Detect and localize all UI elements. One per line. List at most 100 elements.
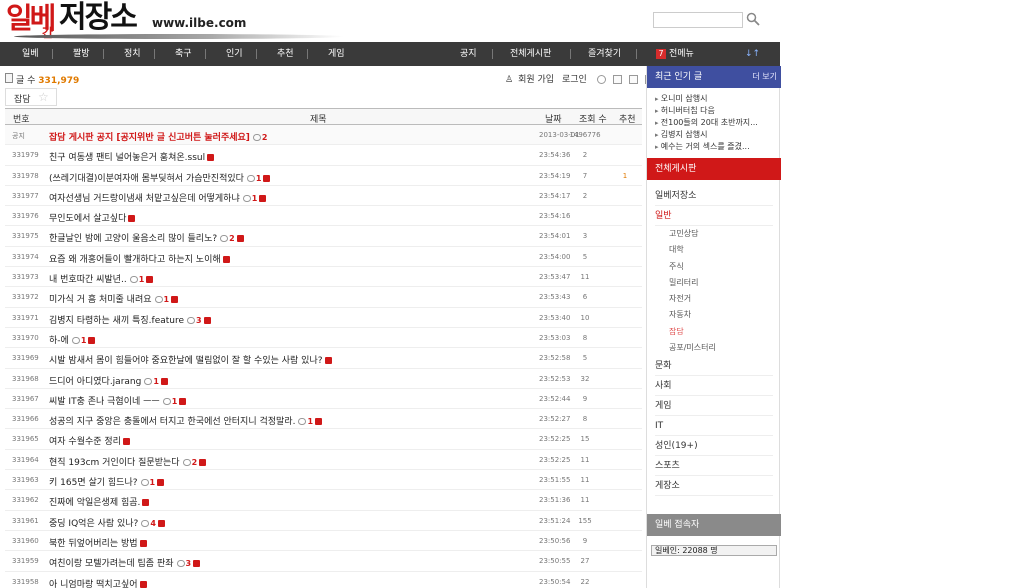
subcategory-item[interactable]: 자동차: [655, 307, 773, 323]
table-row[interactable]: 331970 하-에 1 23:53:03 8: [5, 328, 642, 349]
search-input[interactable]: [653, 12, 743, 28]
category-item[interactable]: 일베저장소: [655, 186, 773, 206]
popular-item[interactable]: 오니미 삼행시: [655, 93, 779, 105]
join-link[interactable]: 회원 가입: [518, 75, 554, 85]
subcategory-item[interactable]: 밀리터리: [655, 275, 773, 291]
post-title-link[interactable]: (쓰레기대결)이분여자애 몸부딪혀서 가슴만진적있다: [49, 174, 244, 184]
table-row[interactable]: 331979 친구 여동생 팬티 널어놓은거 훔쳐온.ssul 23:54:36 2: [5, 145, 642, 166]
table-row[interactable]: 331977 여자선생님 거드랑이냄새 처맡고싶은데 어떻게하냐 1 23:54:17…: [5, 186, 642, 207]
nav-item-favorites[interactable]: 즐겨찾기: [588, 42, 621, 66]
post-title-link[interactable]: 진짜에 악일은생제 힘곰.: [49, 498, 140, 508]
table-row[interactable]: 331962 진짜에 악일은생제 힘곰. 23:51:36 11: [5, 490, 642, 511]
comment-count[interactable]: 3: [176, 559, 191, 568]
post-title-link[interactable]: 현직 193cm 거인이다 질문받는다: [49, 458, 180, 468]
post-title-link[interactable]: 여친이랑 모텔가려는데 팁좀 판좌: [49, 559, 174, 569]
board-tab[interactable]: 잡담 ☆: [5, 88, 57, 106]
category-item[interactable]: 성인(19+): [655, 436, 773, 457]
comment-count[interactable]: 2: [252, 133, 268, 142]
nav-item-notice[interactable]: 공지: [460, 42, 477, 66]
comment-count[interactable]: 4: [141, 519, 156, 528]
comment-count[interactable]: 1: [129, 275, 144, 284]
comment-count[interactable]: 1: [154, 295, 169, 304]
nav-item-popular[interactable]: 인기: [226, 42, 243, 66]
comment-count[interactable]: 1: [71, 336, 86, 345]
comment-count[interactable]: 1: [246, 174, 261, 183]
category-item[interactable]: 스포츠: [655, 456, 773, 477]
login-link[interactable]: 로그인: [562, 75, 587, 85]
category-item[interactable]: 사회: [655, 376, 773, 397]
table-row[interactable]: 331975 한글날인 밤에 고양이 울음소리 많이 들리노? 2 23:54:01 3: [5, 226, 642, 247]
table-row[interactable]: 331965 여자 수월수준 정리 23:52:25 15: [5, 429, 642, 450]
nav-item-full-menu[interactable]: 7 전메뉴: [656, 42, 694, 66]
post-title-link[interactable]: 중딩 IQ억은 사람 있나?: [49, 519, 138, 529]
nav-item-game[interactable]: 게임: [328, 42, 345, 66]
table-row[interactable]: 331958 아 니엄마랑 떡치고싶어 23:50:54 22: [5, 572, 642, 588]
category-item[interactable]: 일반: [655, 206, 773, 226]
table-row[interactable]: 331968 드디어 아디였다.jarang 1 23:52:53 32: [5, 369, 642, 389]
subcategory-item[interactable]: 주식: [655, 259, 773, 275]
table-row[interactable]: 331966 성공의 지구 중앙은 충돌에서 터지고 한국에선 안터지니 걱정말라…: [5, 409, 642, 430]
category-item[interactable]: 게임: [655, 396, 773, 417]
site-logo[interactable]: 일베 간 저장소 www.ilbe.com: [4, 2, 354, 40]
comment-count[interactable]: 3: [187, 316, 202, 325]
nav-item-politics[interactable]: 정치: [124, 42, 141, 66]
post-title-link[interactable]: 아 니엄마랑 떡치고싶어: [49, 580, 138, 588]
subcategory-item[interactable]: 공포/미스터리: [655, 340, 773, 356]
table-row[interactable]: 331963 키 165면 살기 힘드나? 1 23:51:55 11: [5, 470, 642, 491]
table-row[interactable]: 331961 중딩 IQ억은 사람 있나? 4 23:51:24 155: [5, 511, 642, 531]
table-row[interactable]: 331969 시발 밤새서 몸이 힘들어야 중요한날에 떨림없이 잘 할 수있는 …: [5, 348, 642, 369]
popular-more-link[interactable]: 더 보기: [752, 66, 777, 88]
post-title-link[interactable]: 시발 밤새서 몸이 힘들어야 중요한날에 떨림없이 잘 할 수있는 사람 있나?: [49, 356, 323, 366]
comment-count[interactable]: 1: [162, 397, 177, 406]
post-title-link[interactable]: 여자선생님 거드랑이냄새 처맡고싶은데 어떻게하냐: [49, 194, 240, 204]
post-title-link[interactable]: 내 번호따간 씨발년..: [49, 275, 127, 285]
post-title-link[interactable]: 친구 여동생 팬티 널어놓은거 훔쳐온.ssul: [49, 153, 205, 163]
search-icon[interactable]: [746, 12, 760, 26]
grid-view-icon[interactable]: [628, 75, 638, 84]
comment-count[interactable]: 1: [144, 377, 159, 386]
nav-item-recommend[interactable]: 추천: [277, 42, 294, 66]
subcategory-item[interactable]: 자전거: [655, 291, 773, 307]
post-title-link[interactable]: 미가식 거 흠 처미줄 내려요: [49, 295, 152, 305]
nav-item-all-boards[interactable]: 전체게시판: [510, 42, 551, 66]
popular-item[interactable]: 허니버터칩 다음: [655, 105, 779, 117]
table-row[interactable]: 331971 김병지 타령하는 새끼 특징.feature 3 23:53:40 10: [5, 308, 642, 328]
category-item[interactable]: 문화: [655, 356, 773, 377]
table-row[interactable]: 331959 여친이랑 모텔가려는데 팁좀 판좌 3 23:50:55 27: [5, 551, 642, 572]
post-title-link[interactable]: 한글날인 밤에 고양이 울음소리 많이 들리노?: [49, 234, 217, 244]
list-view-icon[interactable]: [612, 75, 622, 84]
category-item[interactable]: 게장소: [655, 476, 773, 497]
comment-count[interactable]: 2: [182, 458, 197, 467]
table-row[interactable]: 331976 무인도에서 살고싶다 23:54:16: [5, 206, 642, 227]
post-title-link[interactable]: 김병지 타령하는 새끼 특징.feature: [49, 316, 184, 326]
subcategory-item[interactable]: 대학: [655, 242, 773, 258]
table-row[interactable]: 331978 (쓰레기대결)이분여자애 몸부딪혀서 가슴만진적있다 1 23:54:1…: [5, 166, 642, 186]
comment-count[interactable]: 1: [298, 417, 313, 426]
nav-arrows-icon[interactable]: ↓↑: [745, 42, 760, 66]
table-row[interactable]: 331960 북한 뒤엎어버리는 방법 23:50:56 9: [5, 531, 642, 552]
post-title-link[interactable]: 드디어 아디였다.jarang: [49, 377, 141, 387]
post-title-link[interactable]: 씨발 IT충 존나 극혐이네 ㅡㅡ: [49, 397, 160, 407]
popular-item[interactable]: 김병지 삼행시: [655, 129, 779, 141]
comment-count[interactable]: 1: [242, 194, 257, 203]
help-icon[interactable]: [596, 75, 606, 84]
post-title-link[interactable]: 요즘 왜 개홍어들이 빨개하다고 하는지 노이해: [49, 255, 221, 265]
table-row[interactable]: 331967 씨발 IT충 존나 극혐이네 ㅡㅡ 1 23:52:44 9: [5, 389, 642, 410]
popular-item[interactable]: 예수는 거의 섹스를 즐겼...: [655, 141, 779, 153]
nav-item-ilbe[interactable]: 일베: [22, 42, 39, 66]
post-title-link[interactable]: 북한 뒤엎어버리는 방법: [49, 539, 138, 549]
popular-item[interactable]: 전100들의 20대 초반까지...: [655, 117, 779, 129]
subcategory-item[interactable]: 잡담: [655, 324, 773, 340]
post-title-link[interactable]: 여자 수월수준 정리: [49, 437, 121, 447]
subcategory-item[interactable]: 고민상담: [655, 226, 773, 242]
table-row[interactable]: 331964 현직 193cm 거인이다 질문받는다 2 23:52:25 11: [5, 450, 642, 471]
star-icon[interactable]: ☆: [38, 90, 49, 104]
post-title-link[interactable]: 잡담 게시판 공지 [공지위반 글 신고버튼 눌러주세요]: [49, 133, 250, 143]
post-title-link[interactable]: 무인도에서 살고싶다: [49, 214, 126, 224]
category-item[interactable]: IT: [655, 416, 773, 437]
comment-count[interactable]: 1: [140, 478, 155, 487]
nav-item-jjalbang[interactable]: 짤방: [73, 42, 90, 66]
table-row[interactable]: 331972 미가식 거 흠 처미줄 내려요 1 23:53:43 6: [5, 287, 642, 308]
comment-count[interactable]: 2: [220, 234, 235, 243]
nav-item-soccer[interactable]: 축구: [175, 42, 192, 66]
